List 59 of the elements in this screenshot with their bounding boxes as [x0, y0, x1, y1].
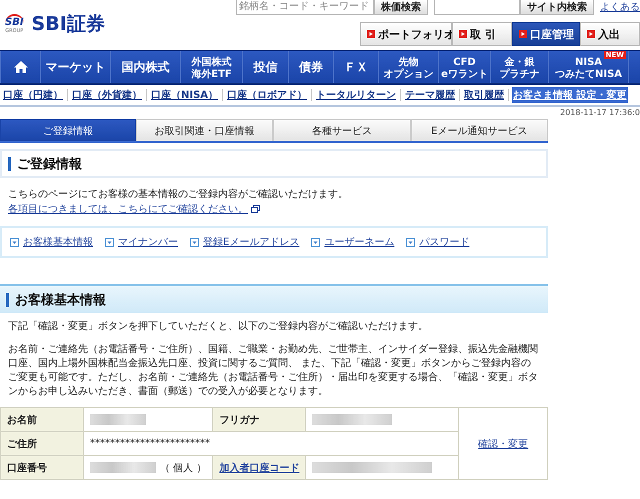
- table-header: お名前: [0, 408, 84, 432]
- nav-tab-edge[interactable]: [628, 51, 640, 83]
- logo-mark: SBI: [5, 17, 24, 28]
- subnav-link[interactable]: 取引履歴: [463, 87, 506, 103]
- home-button[interactable]: [0, 51, 40, 83]
- site-search-button[interactable]: サイト内検索: [520, 0, 594, 15]
- blurred-text: [90, 414, 146, 425]
- nav-tab[interactable]: 外国株式 海外ETF: [180, 51, 242, 83]
- arrow-square-icon: [519, 30, 527, 38]
- intro-text: こちらのページにてお客様の基本情報のご登録内容がご確認いただけます。: [7, 188, 349, 202]
- nav-tab[interactable]: 金・銀 プラチナ: [490, 51, 548, 83]
- section-title: お客様基本情報: [15, 292, 106, 308]
- nav-tab[interactable]: 国内株式: [110, 51, 180, 83]
- tab[interactable]: ご登録情報: [0, 119, 136, 141]
- subnav-link[interactable]: トータルリターン: [315, 87, 398, 103]
- anchor-link[interactable]: マイナンバー: [118, 235, 178, 249]
- top-menu-button[interactable]: 取 引: [452, 22, 512, 46]
- arrow-square-icon: [367, 30, 375, 38]
- timestamp: 2018-11-17 17:36:0: [560, 107, 640, 119]
- table-header: フリガナ: [212, 408, 306, 432]
- confirm-change-link[interactable]: 確認・変更: [478, 438, 528, 450]
- subnav-link[interactable]: 口座（円建）: [2, 87, 64, 103]
- home-icon: [12, 60, 28, 74]
- anchor-link[interactable]: 登録Eメールアドレス: [203, 235, 300, 249]
- anchor-link[interactable]: ユーザーネーム: [324, 235, 394, 249]
- new-window-icon: [251, 205, 260, 213]
- site-search-field[interactable]: [434, 0, 520, 15]
- subnav-link[interactable]: お客さま情報 設定・変更: [512, 87, 628, 103]
- stock-search-button[interactable]: 株価検索: [374, 0, 428, 15]
- nav-tab[interactable]: ＦＸ: [333, 51, 378, 83]
- subnav-link[interactable]: テーマ履歴: [404, 87, 456, 103]
- nav-tab[interactable]: CFD eワラント: [438, 51, 490, 83]
- anchor-link[interactable]: パスワード: [419, 235, 470, 249]
- arrow-square-icon: [459, 30, 467, 38]
- anchor-link[interactable]: お客様基本情報: [23, 235, 93, 249]
- subnav-link[interactable]: 口座（外貨建）: [71, 87, 143, 103]
- info-link[interactable]: 各項目につきましては、こちらにてご確認ください。: [8, 202, 248, 216]
- table-header: 口座番号: [0, 456, 84, 480]
- top-menu-button[interactable]: 入出: [580, 22, 640, 46]
- tab[interactable]: 各種サービス: [273, 119, 411, 141]
- nav-tab[interactable]: 投信: [242, 51, 288, 83]
- logo-text: SBI証券: [32, 12, 105, 37]
- nav-tab[interactable]: 債券: [288, 51, 333, 83]
- nav-tab[interactable]: 先物 オプション: [378, 51, 438, 83]
- description-text: お名前・ご連絡先（お電話番号・ご住所）、国籍、ご職業・お勤め先、ご世帯主、インサイダー登録、振込先金融機関口座、国内上場外国株配当金振込先口座、投資に関するご質問、 また、下記「確認・変更」ボタンからご登録内容のご変更も可能です。ただし、お名前・ご連絡先（お電話番号・ご住所）・届出印を変更する場合、「確認・変更」ボタンからお申し込みいただき、書面（郵送）での受入が必要となります。: [7, 343, 539, 399]
- tab[interactable]: Eメール通知サービス: [410, 119, 548, 141]
- tab[interactable]: お取引関連・口座情報: [136, 119, 274, 141]
- account-type: （ 個人 ）: [160, 462, 206, 474]
- search-field[interactable]: 銘柄名・コード・キーワード: [236, 0, 374, 15]
- nav-tab[interactable]: マーケット: [40, 51, 110, 83]
- description-text: 下記「確認・変更」ボタンを押下していただくと、以下のご登録内容がご確認いただけます。: [7, 320, 429, 334]
- faq-link[interactable]: よくある: [600, 0, 640, 14]
- top-menu-button[interactable]: 口座管理: [512, 22, 580, 46]
- arrow-square-icon: [587, 30, 595, 38]
- section-title: ご登録情報: [17, 156, 82, 172]
- subnav-link[interactable]: 口座（ロボアド）: [226, 87, 308, 103]
- subnav-link[interactable]: 口座（NISA）: [150, 87, 220, 103]
- table-header: ご住所: [0, 432, 84, 456]
- blurred-text: [90, 462, 156, 473]
